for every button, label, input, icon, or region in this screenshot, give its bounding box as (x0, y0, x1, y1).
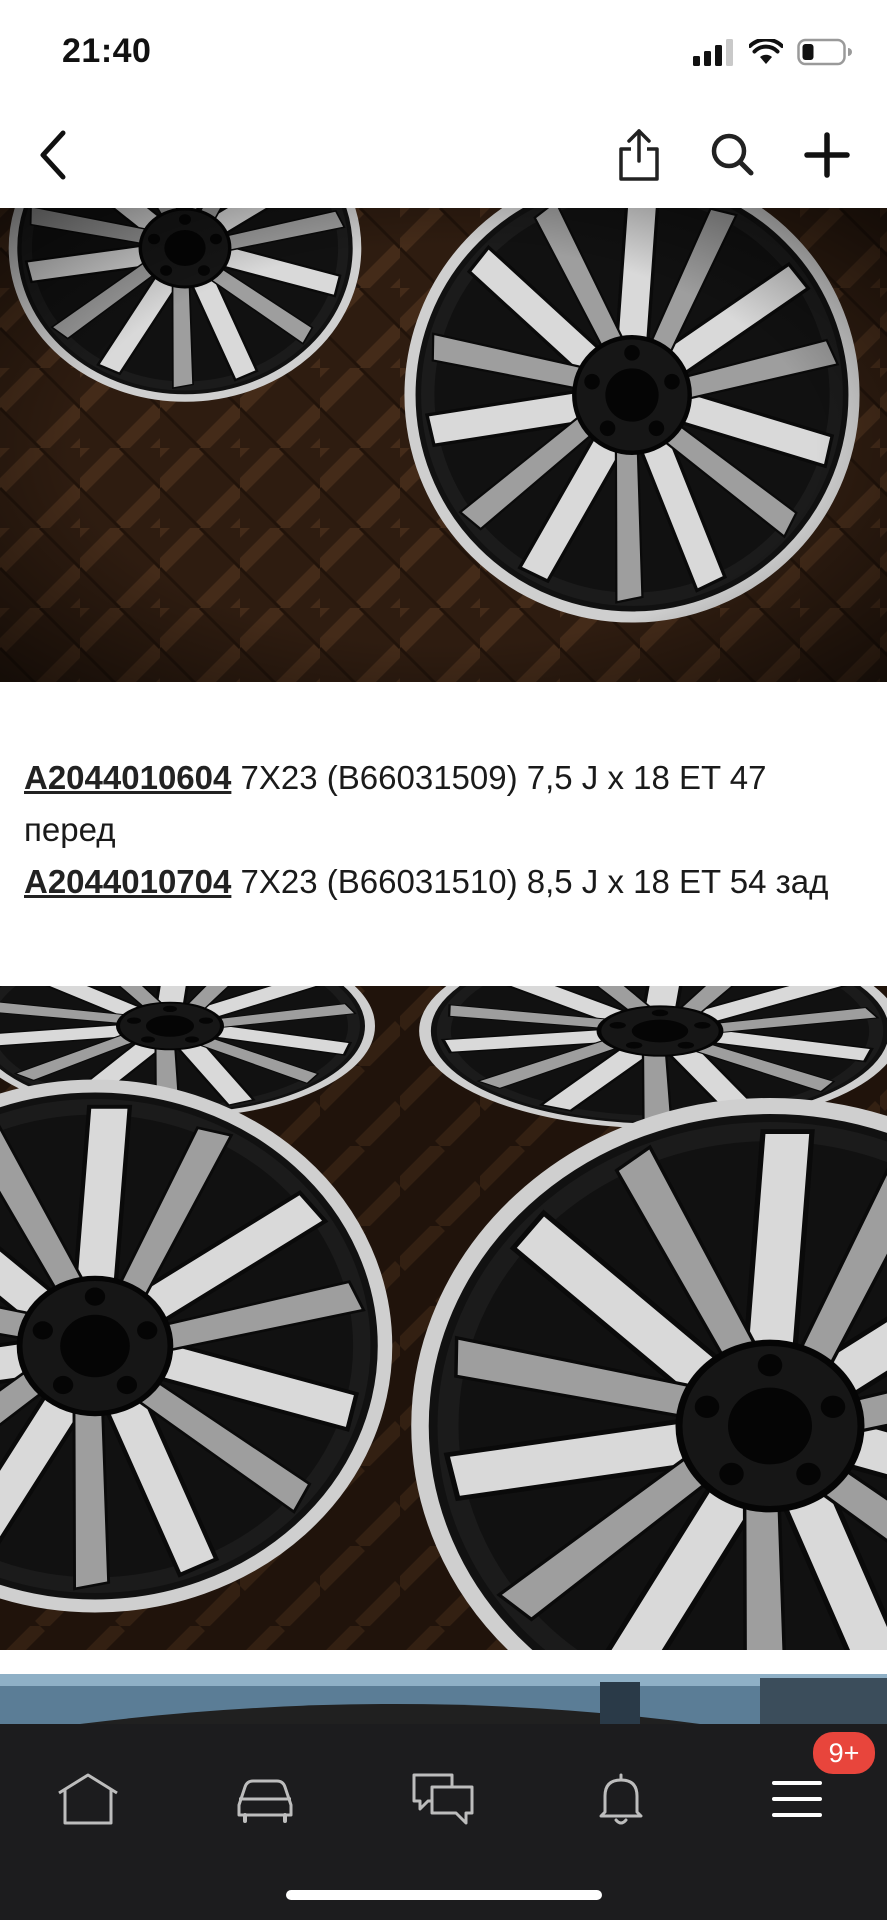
tab-home[interactable] (43, 1754, 133, 1844)
status-time: 21:40 (62, 32, 152, 70)
bell-icon (599, 1773, 643, 1825)
wifi-icon (749, 39, 783, 64)
share-button[interactable] (604, 120, 674, 190)
car-icon (237, 1779, 293, 1823)
home-icon (58, 1773, 118, 1825)
back-button[interactable] (18, 120, 88, 190)
part-number-link[interactable]: A2044010604 (24, 759, 231, 796)
signal-icon (693, 39, 733, 66)
wheels-photo-1 (0, 208, 887, 682)
post-photo-2[interactable] (0, 986, 887, 1650)
menu-icon (772, 1781, 822, 1817)
garage-photo (0, 1674, 887, 1724)
part-number-link[interactable]: A2044010704 (24, 863, 231, 900)
add-button[interactable] (792, 120, 862, 190)
tab-messages[interactable] (398, 1754, 488, 1844)
post-photo-1[interactable] (0, 208, 887, 682)
spec-text: 7X23 (B66031510) 8,5 J x 18 ET 54 зад (231, 863, 829, 900)
post-photo-3[interactable] (0, 1674, 887, 1724)
menu-badge: 9+ (811, 1730, 877, 1776)
tab-garage[interactable] (220, 1754, 310, 1844)
home-indicator (286, 1890, 602, 1900)
tab-notifications[interactable] (576, 1754, 666, 1844)
search-button[interactable] (698, 120, 768, 190)
status-icons (693, 38, 853, 66)
wheels-photo-2 (0, 986, 887, 1650)
spec-line-front: A2044010604 7X23 (B66031509) 7,5 J x 18 … (24, 752, 864, 856)
share-icon (619, 129, 659, 181)
spec-line-rear: A2044010704 7X23 (B66031510) 8,5 J x 18 … (24, 856, 864, 908)
messages-icon (412, 1773, 474, 1825)
status-bar: 21:40 (0, 0, 887, 100)
battery-icon (797, 38, 852, 66)
back-chevron-icon (40, 130, 66, 180)
search-icon (711, 133, 754, 176)
plus-icon (804, 132, 850, 178)
post-text: A2044010604 7X23 (B66031509) 7,5 J x 18 … (24, 752, 864, 908)
nav-bar (0, 100, 887, 208)
